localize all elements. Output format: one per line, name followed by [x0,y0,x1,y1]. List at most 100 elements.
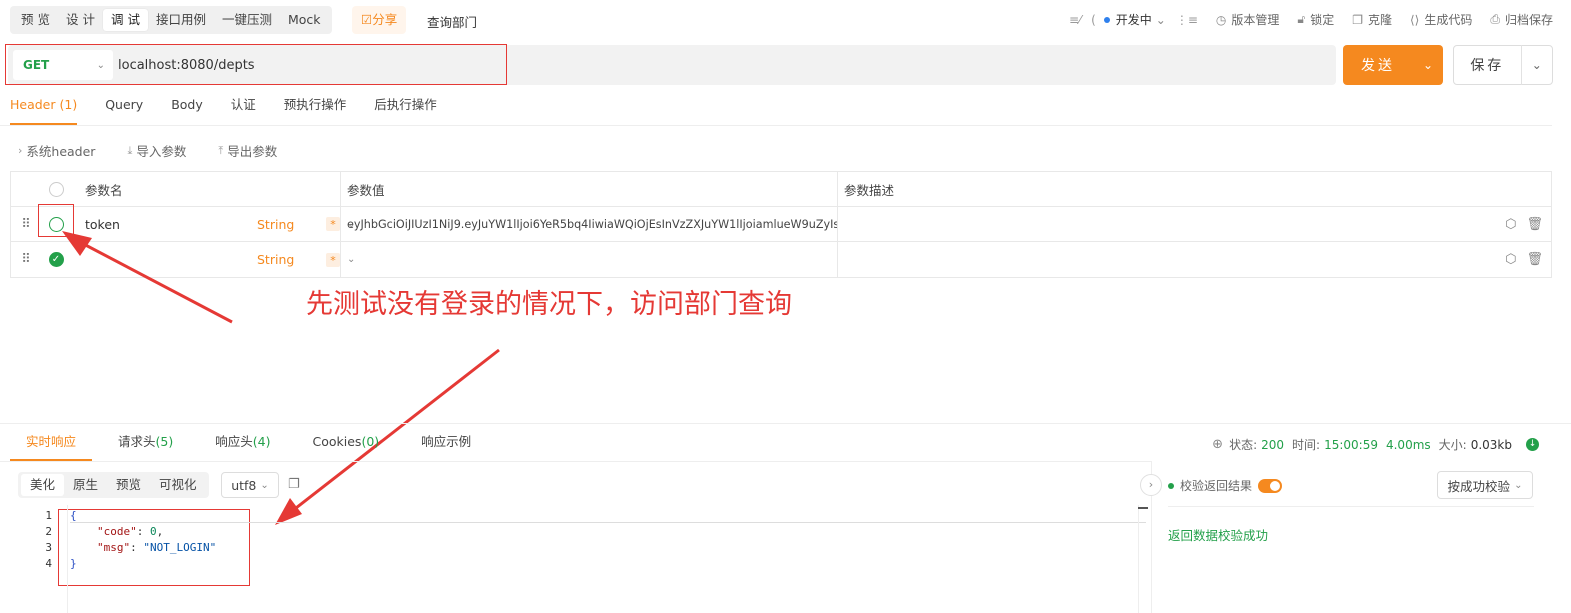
param-type[interactable]: String [257,217,294,232]
cube-icon[interactable]: ⬡ [1505,252,1516,267]
verify-label: 校验返回结果 [1180,479,1253,493]
send-button[interactable]: 发送 ⌄ [1343,45,1443,85]
code-line-msg: "msg": "NOT_LOGIN" [97,541,217,554]
line-number: 1 [45,509,52,522]
url-input[interactable] [118,50,1318,80]
archive-icon: ⎙ [1490,12,1500,26]
tab-auth[interactable]: 认证 [231,92,256,125]
copy-icon[interactable]: ❐ [288,477,300,492]
tab-live-response[interactable]: 实时响应 [10,424,93,461]
response-duration: 4.00ms [1385,437,1431,452]
trash-icon[interactable]: 🗑︎ [1526,217,1543,232]
tab-beautify[interactable]: 美化 [21,474,65,496]
row-checkbox-checked[interactable]: ✓ [48,252,64,267]
chevron-down-icon: ⌄ [96,59,105,71]
status-code: 200 [1261,437,1285,452]
chevron-down-icon[interactable]: ⌄ [1520,45,1552,85]
tab-preview-response[interactable]: 预览 [107,474,150,496]
mode-tabs: 预 览 设 计 调 试 接口用例 一键压测 Mock [10,6,332,34]
import-params-button[interactable]: ⤓ 导入参数 [127,141,186,160]
size-label: 大小: [1438,438,1467,452]
download-icon: ⤓ [127,143,133,157]
annotation-text: 先测试没有登录的情况下，访问部门查询 [306,289,792,320]
chevron-down-icon[interactable]: ⌄ [347,219,355,230]
line-number: 2 [45,525,52,538]
tab-design[interactable]: 设 计 [58,9,103,31]
tab-raw[interactable]: 原生 [64,474,107,496]
chevron-down-icon: ⌄ [1155,12,1166,27]
tab-response-example[interactable]: 响应示例 [405,424,487,461]
table-row: ⠿ token String * ⌄ eyJhbGciOiJIUzI1NiJ9.… [11,207,1551,242]
tab-header[interactable]: Header (1) [10,92,78,125]
divider-icon: ( [1091,12,1096,27]
system-header-toggle[interactable]: › 系统header [18,141,95,160]
verify-toggle[interactable] [1258,478,1283,493]
clone-button[interactable]: ❐ 克隆 [1352,11,1392,28]
encoding-select[interactable]: utf8 ⌄ [221,472,279,498]
trash-icon[interactable]: 🗑︎ [1526,252,1543,267]
tab-query[interactable]: Query [105,92,143,125]
param-desc[interactable]: ⬡ 🗑︎ [838,207,1551,241]
drag-handle-icon[interactable]: ⠿ [11,242,41,277]
tab-preview[interactable]: 预 览 [13,9,58,31]
tab-body[interactable]: Body [171,92,203,125]
required-badge[interactable]: * [326,217,340,231]
drag-handle-icon[interactable]: ⠿ [11,207,41,241]
tab-stress-test[interactable]: 一键压测 [214,9,280,31]
tab-response-headers[interactable]: 响应头(4) [199,424,286,461]
archive-save-label: 归档保存 [1504,13,1553,27]
generate-code-label: 生成代码 [1424,13,1473,27]
param-desc[interactable]: ⬡ 🗑︎ [838,242,1551,277]
method-select[interactable]: GET ⌄ [13,50,113,80]
response-code-editor[interactable]: 1 2 3 4 { "code": 0, "msg": "NOT_LOGIN" … [10,505,1150,613]
param-name[interactable]: token [85,217,120,232]
version-manage-label: 版本管理 [1231,13,1280,27]
tab-request-headers[interactable]: 请求头(5) [102,424,189,461]
required-badge[interactable]: * [326,252,340,267]
select-all-checkbox[interactable] [48,181,64,197]
tab-visualize[interactable]: 可视化 [150,474,206,496]
editor-scrollbar-thumb[interactable] [1138,507,1148,509]
format-icon[interactable]: ≡⁄ [1069,13,1081,27]
share-button[interactable]: ☑分享 [352,6,407,34]
lock-button[interactable]: 🔓︎ 锁定 [1297,11,1334,28]
table-row: ⠿ ✓ String * ⌄ ⬡ 🗑︎ [11,242,1551,277]
param-value[interactable] [341,242,838,277]
verify-mode-select[interactable]: 按成功校验 ⌄ [1437,471,1533,499]
tab-mock[interactable]: Mock [280,9,329,31]
column-param-desc: 参数描述 [844,182,895,198]
request-tabs: Header (1) Query Body 认证 预执行操作 后执行操作 [0,92,1552,126]
chevron-down-icon[interactable]: ⌄ [347,254,355,265]
version-manage-button[interactable]: ◷ 版本管理 [1216,11,1280,28]
code-open-brace: { [70,509,77,522]
tab-pre-script[interactable]: 预执行操作 [284,92,347,125]
clock-icon: ◷ [1215,12,1227,27]
editor-scrollbar[interactable] [1138,505,1148,613]
cube-icon[interactable]: ⬡ [1505,217,1516,232]
chevron-down-icon[interactable]: ⌄ [1413,58,1443,72]
row-checkbox[interactable] [48,216,64,232]
tab-post-script[interactable]: 后执行操作 [374,92,437,125]
encoding-label: utf8 [231,477,257,493]
export-params-label: 导出参数 [227,144,278,159]
param-type[interactable]: String [257,252,294,267]
env-status-dot [1103,16,1110,23]
tab-cookies[interactable]: Cookies(0) [296,424,395,461]
response-time: 15:00:59 [1324,437,1378,452]
archive-save-button[interactable]: ⎙ 归档保存 [1490,11,1553,28]
tab-debug[interactable]: 调 试 [102,9,148,31]
save-button[interactable]: 保存 ⌄ [1453,45,1553,85]
chevron-right-icon[interactable]: › [1140,474,1162,496]
download-icon[interactable]: ↓ [1526,438,1539,451]
system-header-label: 系统header [26,144,96,159]
tab-api-cases[interactable]: 接口用例 [148,9,214,31]
env-label: 开发中 [1115,13,1152,27]
param-value[interactable]: eyJhbGciOiJIUzI1NiJ9.eyJuYW1lIjoi6YeR5bq… [341,207,838,241]
lock-label: 锁定 [1310,13,1335,27]
environment-select[interactable]: 开发中 ⌄ [1103,11,1166,28]
send-label: 发送 [1361,58,1395,74]
outline-icon[interactable]: ⋮≡ [1176,13,1198,27]
generate-code-button[interactable]: ⟨⟩ 生成代码 [1410,11,1472,28]
import-params-label: 导入参数 [136,144,187,159]
export-params-button[interactable]: ⤒ 导出参数 [218,141,277,160]
